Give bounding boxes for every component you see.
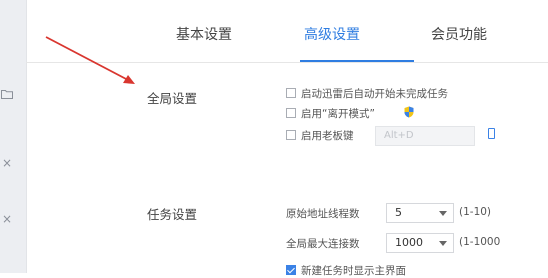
boss-key-hotkey-field[interactable]: Alt+D bbox=[375, 126, 475, 146]
thread-count-value: 5 bbox=[395, 206, 402, 219]
max-connections-select[interactable]: 1000 bbox=[386, 233, 454, 253]
show-main-on-new-task-checkbox[interactable] bbox=[286, 265, 296, 275]
thread-count-select[interactable]: 5 bbox=[386, 203, 454, 223]
uac-shield-icon bbox=[404, 106, 414, 118]
boss-key-label[interactable]: 启用老板键 bbox=[301, 128, 354, 143]
show-main-on-new-task-label[interactable]: 新建任务时显示主界面 bbox=[301, 263, 406, 278]
chevron-down-icon bbox=[439, 241, 447, 246]
edit-hotkey-icon[interactable] bbox=[488, 128, 495, 139]
max-connections-label: 全局最大连接数 bbox=[286, 238, 360, 250]
thread-count-range: (1-10) bbox=[459, 206, 492, 218]
global-settings-label: 全局设置 bbox=[147, 91, 198, 106]
max-connections-range: (1-1000 bbox=[459, 236, 501, 248]
chevron-down-icon bbox=[439, 211, 447, 216]
away-mode-checkbox[interactable] bbox=[286, 108, 296, 118]
away-mode-label[interactable]: 启用“离开模式” bbox=[301, 106, 375, 121]
boss-key-checkbox[interactable] bbox=[286, 130, 296, 140]
task-settings-label: 任务设置 bbox=[147, 207, 198, 222]
auto-resume-checkbox[interactable] bbox=[286, 88, 296, 98]
auto-resume-label[interactable]: 启动迅雷后自动开始未完成任务 bbox=[301, 86, 448, 101]
thread-count-label: 原始地址线程数 bbox=[286, 208, 360, 220]
max-connections-value: 1000 bbox=[395, 236, 423, 249]
